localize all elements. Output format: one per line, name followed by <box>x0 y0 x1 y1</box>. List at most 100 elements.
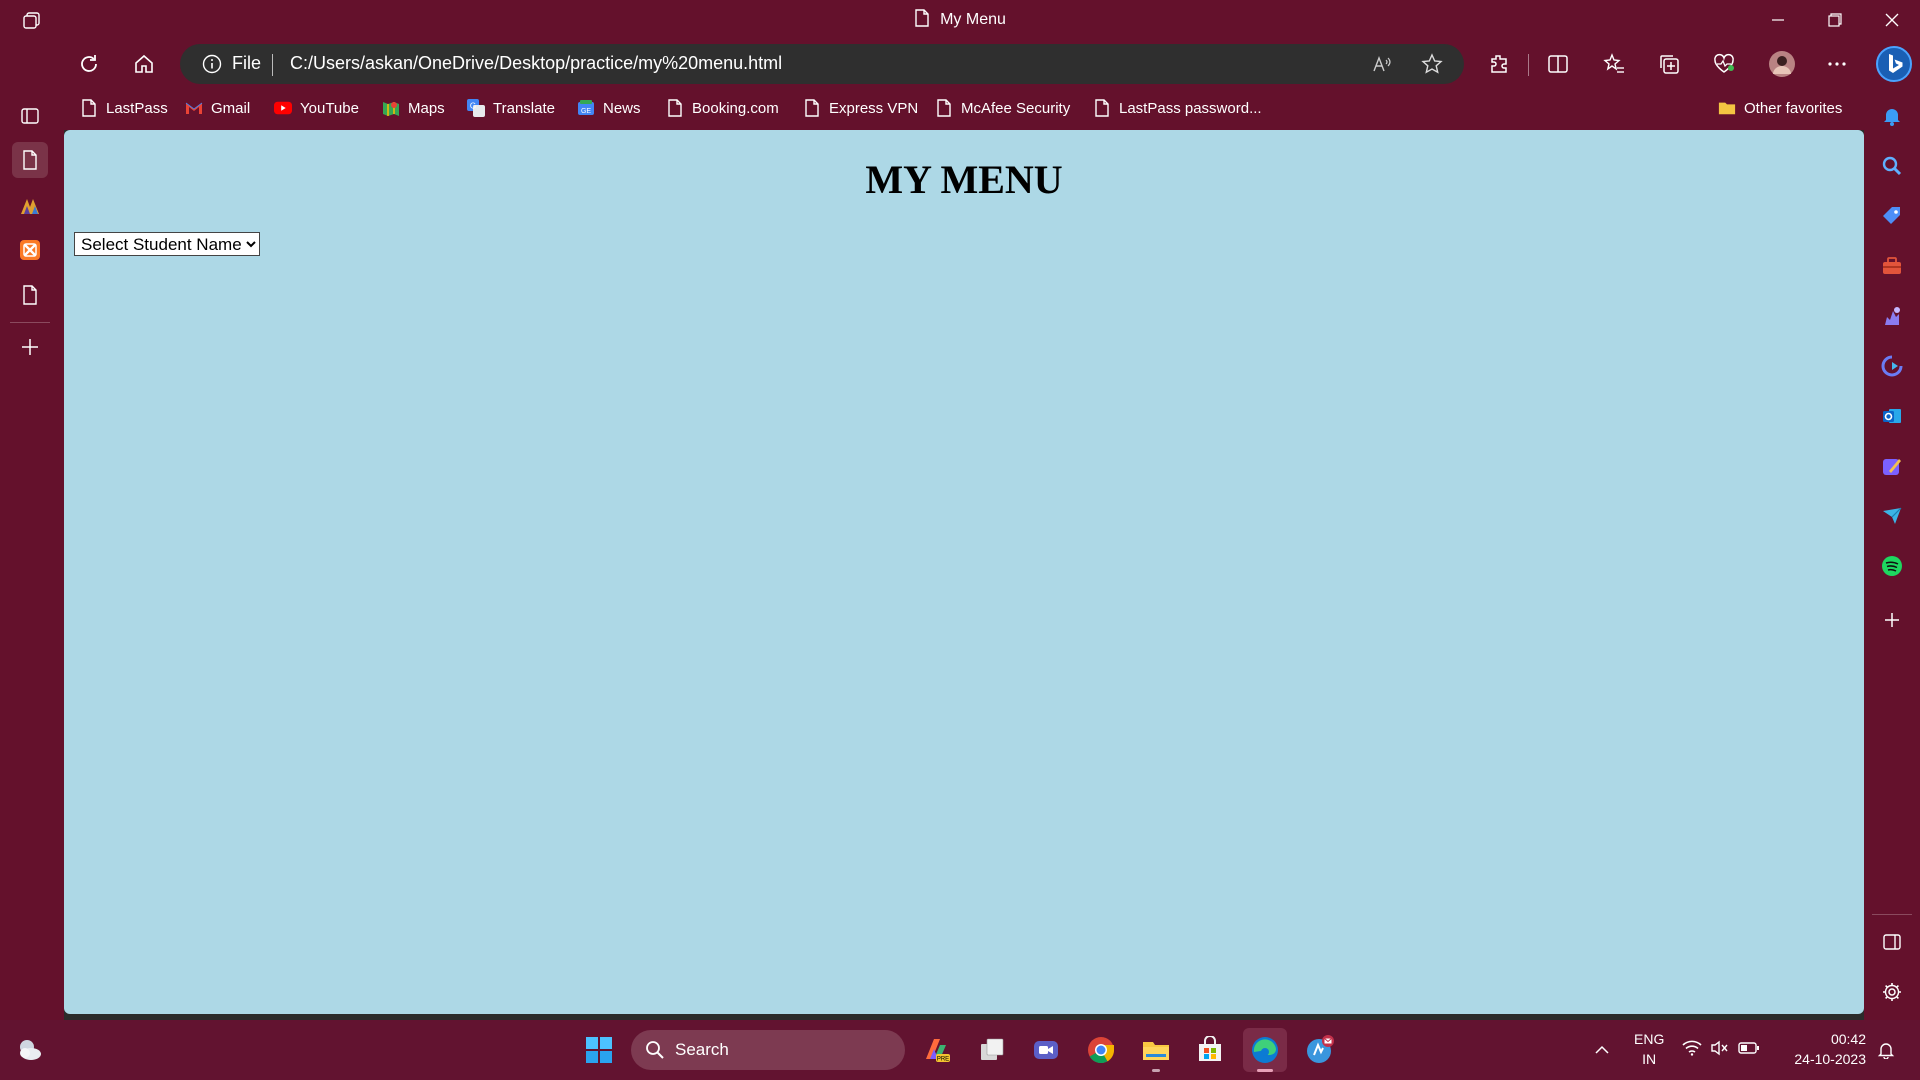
search-sidebar-icon[interactable] <box>1876 150 1908 182</box>
language-indicator[interactable]: ENG IN <box>1634 1029 1664 1069</box>
games-icon[interactable] <box>1876 300 1908 332</box>
designer-icon[interactable] <box>1876 450 1908 482</box>
favorite-link-4[interactable]: G Translate <box>467 96 555 120</box>
spotify-icon[interactable] <box>1876 550 1908 582</box>
favorite-link-2[interactable]: YouTube <box>274 96 359 120</box>
title-bar: My Menu <box>0 0 1920 40</box>
wifi-icon <box>1682 1040 1702 1061</box>
new-tab-button[interactable] <box>12 329 48 365</box>
page-icon <box>666 99 684 117</box>
favorite-link-9[interactable]: LastPass password... <box>1093 96 1262 120</box>
vertical-tabs-sidebar <box>0 40 64 1020</box>
favorite-label: Maps <box>408 99 445 117</box>
extensions-icon[interactable] <box>1481 46 1517 82</box>
other-favorites-folder[interactable]: Other favorites <box>1718 96 1842 120</box>
url-text[interactable]: C:/Users/askan/OneDrive/Desktop/practice… <box>290 53 782 74</box>
favorite-link-1[interactable]: Gmail <box>185 96 250 120</box>
favorite-link-8[interactable]: McAfee Security <box>935 96 1070 120</box>
more-options-icon[interactable] <box>1819 46 1855 82</box>
outlook-icon[interactable] <box>1876 400 1908 432</box>
weather-widget-icon[interactable] <box>8 1028 52 1072</box>
teams-meet-icon[interactable] <box>1024 1028 1068 1072</box>
student-name-select[interactable]: Select Student Name <box>74 232 260 256</box>
battery-icon <box>1738 1041 1760 1060</box>
tab-page-icon[interactable] <box>12 277 48 313</box>
page-icon <box>803 99 821 117</box>
bing-copilot-icon[interactable] <box>1874 44 1914 84</box>
profile-avatar[interactable] <box>1764 46 1800 82</box>
other-favorites-label: Other favorites <box>1744 99 1843 117</box>
favorite-link-0[interactable]: LastPass <box>80 96 168 120</box>
split-screen-icon[interactable] <box>1540 46 1576 82</box>
favorite-label: Translate <box>493 99 555 117</box>
folder-icon <box>1718 99 1736 117</box>
svg-text:G: G <box>470 102 476 111</box>
running-indicator <box>1152 1069 1160 1072</box>
file-explorer-icon[interactable] <box>1134 1028 1178 1072</box>
favorites-icon[interactable] <box>1596 46 1632 82</box>
maps-icon <box>382 99 400 117</box>
tab-actions-icon[interactable] <box>12 98 48 134</box>
notifications-icon[interactable] <box>1876 100 1908 132</box>
window-title: My Menu <box>0 0 1920 40</box>
copilot-icon[interactable] <box>1876 350 1908 382</box>
language-code: ENG <box>1634 1031 1665 1047</box>
page-heading: MY MENU <box>865 157 1063 202</box>
page-icon <box>914 8 930 32</box>
favorite-label: News <box>603 99 641 117</box>
collections-icon[interactable] <box>1651 46 1687 82</box>
svg-text:PRE: PRE <box>937 1057 949 1063</box>
read-aloud-icon[interactable] <box>1368 50 1396 78</box>
favorite-label: LastPass <box>106 99 168 117</box>
minimize-button[interactable] <box>1749 0 1806 40</box>
favorite-link-5[interactable]: GE News <box>577 96 641 120</box>
restore-button[interactable] <box>1806 0 1863 40</box>
taskbar-search[interactable]: Search <box>631 1030 905 1070</box>
close-window-button[interactable] <box>1863 0 1920 40</box>
chrome-icon[interactable] <box>1079 1028 1123 1072</box>
tab-my-menu[interactable] <box>12 142 48 178</box>
refresh-button[interactable] <box>71 46 107 82</box>
tools-briefcase-icon[interactable] <box>1876 250 1908 282</box>
favorite-label: Gmail <box>211 99 251 117</box>
gmail-icon <box>185 99 203 117</box>
sidebar-divider <box>1872 914 1912 915</box>
tab-site-icon[interactable] <box>12 188 48 224</box>
show-hidden-icons-chevron-icon[interactable] <box>1580 1028 1624 1072</box>
start-button[interactable] <box>577 1028 621 1072</box>
info-icon[interactable] <box>202 54 222 74</box>
microsoft-store-icon[interactable] <box>1188 1028 1232 1072</box>
favorite-label: Booking.com <box>692 99 779 117</box>
home-button[interactable] <box>126 46 162 82</box>
address-bar[interactable]: File C:/Users/askan/OneDrive/Desktop/pra… <box>180 44 1464 84</box>
volume-muted-icon <box>1710 1040 1730 1061</box>
edge-browser-icon[interactable] <box>1243 1028 1287 1072</box>
system-tray-status[interactable] <box>1676 1028 1766 1072</box>
tab-xampp-icon[interactable] <box>12 232 48 268</box>
clock[interactable]: 00:42 24-10-2023 <box>1794 1029 1866 1069</box>
favorite-label: McAfee Security <box>961 99 1071 117</box>
add-sidebar-app-button[interactable] <box>1876 604 1908 636</box>
task-view-icon[interactable] <box>970 1028 1014 1072</box>
translate-icon: G <box>467 99 485 117</box>
page-icon <box>80 99 98 117</box>
mail-app-icon[interactable] <box>1298 1028 1342 1072</box>
favorite-link-3[interactable]: Maps <box>382 96 445 120</box>
office-preview-icon[interactable]: PRE <box>915 1028 959 1072</box>
file-label[interactable]: File <box>232 53 261 74</box>
hide-sidebar-icon[interactable] <box>1876 926 1908 958</box>
page-content: MY MENU Select Student Name <box>64 130 1864 1014</box>
shopping-tag-icon[interactable] <box>1876 200 1908 232</box>
youtube-icon <box>274 99 292 117</box>
favorite-star-icon[interactable] <box>1418 50 1446 78</box>
favorite-link-7[interactable]: Express VPN <box>803 96 918 120</box>
favorite-link-6[interactable]: Booking.com <box>666 96 779 120</box>
favorite-label: YouTube <box>300 99 359 117</box>
svg-text:GE: GE <box>581 108 591 115</box>
browser-essentials-icon[interactable] <box>1706 46 1742 82</box>
notification-bell-icon[interactable] <box>1864 1028 1908 1072</box>
search-label: Search <box>675 1040 729 1059</box>
settings-gear-icon[interactable] <box>1876 976 1908 1008</box>
page-icon <box>935 99 953 117</box>
send-icon[interactable] <box>1876 500 1908 532</box>
